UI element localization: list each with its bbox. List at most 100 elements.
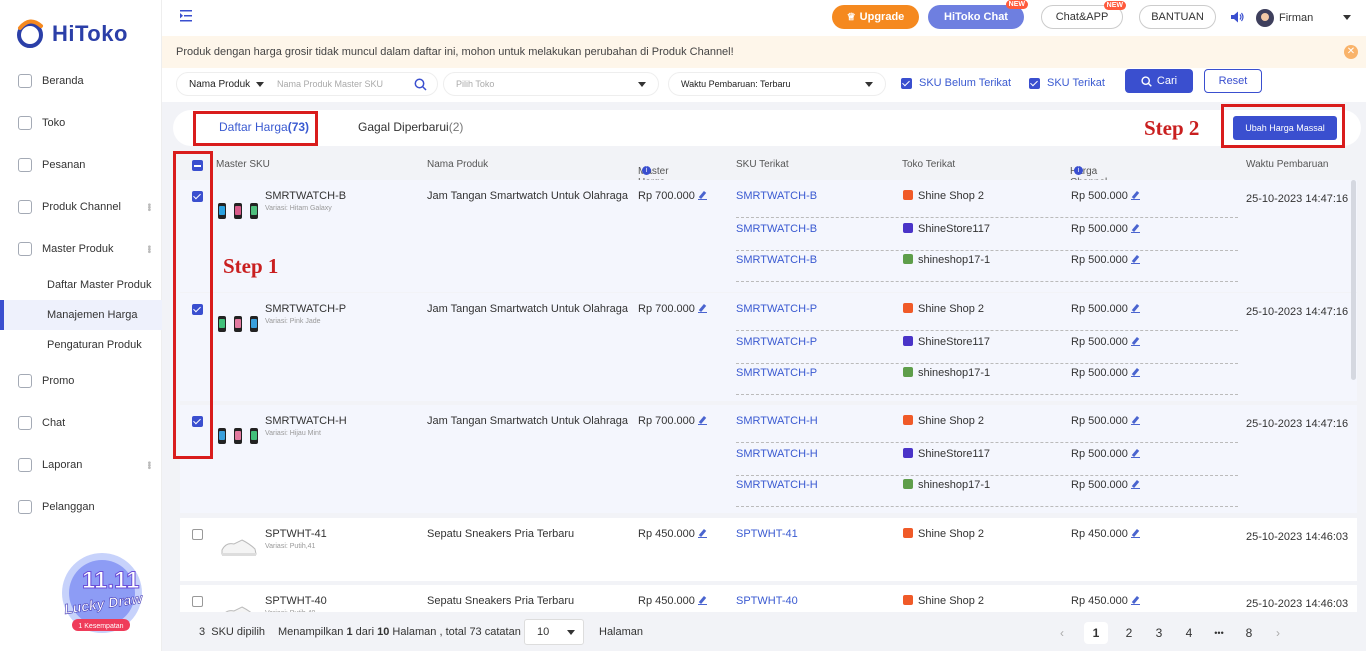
page-button[interactable]: 1 — [1084, 622, 1108, 644]
reset-button[interactable]: Reset — [1204, 69, 1262, 93]
page-button[interactable]: 8 — [1237, 622, 1261, 644]
edit-icon[interactable] — [697, 416, 707, 425]
unlinked-sku-filter[interactable]: SKU Belum Terikat — [901, 77, 1011, 89]
product-name: Sepatu Sneakers Pria Terbaru — [427, 595, 575, 607]
step1-label: Step 1 — [223, 254, 279, 278]
row-checkbox[interactable] — [192, 529, 203, 540]
product-thumbnail[interactable] — [220, 603, 264, 612]
prev-page-button[interactable]: ‹ — [1050, 622, 1074, 644]
search-icon[interactable] — [414, 78, 427, 91]
row-checkbox[interactable] — [192, 596, 203, 607]
edit-icon[interactable] — [697, 191, 707, 200]
linked-sku[interactable]: SMRTWATCH-H — [736, 448, 818, 460]
brand-logo[interactable]: HiToko — [14, 18, 128, 50]
sidebar-item2-0[interactable]: Promo — [0, 360, 162, 402]
edit-icon[interactable] — [1130, 191, 1140, 200]
edit-icon[interactable] — [1130, 480, 1140, 489]
page-button[interactable]: ••• — [1207, 622, 1231, 644]
sidebar-item-1[interactable]: Toko — [0, 102, 162, 144]
page-button[interactable]: 3 — [1147, 622, 1171, 644]
search-input[interactable]: Nama Produk Master SKU — [277, 79, 397, 89]
collapse-menu-icon[interactable] — [180, 10, 194, 22]
search-button[interactable]: Cari — [1125, 69, 1193, 93]
hitoko-chat-button[interactable]: HiToko Chat NEW — [928, 0, 1028, 29]
product-name: Sepatu Sneakers Pria Terbaru — [427, 528, 575, 540]
chevron-down-icon — [567, 630, 575, 635]
linked-sku[interactable]: SMRTWATCH-B — [736, 190, 817, 202]
sidebar-item-2[interactable]: Pesanan — [0, 144, 162, 186]
next-page-button[interactable]: › — [1266, 622, 1290, 644]
linked-sku[interactable]: SMRTWATCH-H — [736, 415, 818, 427]
linked-store-name: Shine Shop 2 — [918, 303, 985, 315]
scrollbar[interactable] — [1351, 180, 1356, 380]
linked-sku[interactable]: SPTWHT-40 — [736, 595, 798, 607]
sidebar-item2-3[interactable]: Pelanggan — [0, 486, 162, 528]
unlinked-sku-checkbox[interactable] — [901, 77, 912, 89]
product-thumbnail[interactable] — [220, 536, 264, 576]
shopee-icon — [903, 415, 913, 425]
linked-sku[interactable]: SMRTWATCH-P — [736, 367, 817, 379]
edit-icon[interactable] — [1130, 529, 1140, 538]
linked-sku[interactable]: SMRTWATCH-B — [736, 254, 817, 266]
edit-icon[interactable] — [1130, 224, 1140, 233]
more-icon[interactable]: ••• — [143, 461, 154, 469]
sort-select[interactable]: Waktu Pembaruan: Terbaru — [668, 72, 886, 96]
product-thumbnail[interactable] — [216, 303, 260, 343]
more-icon[interactable]: ••• — [143, 245, 154, 253]
store-select[interactable]: Pilih Toko — [443, 72, 659, 96]
edit-icon[interactable] — [1130, 255, 1140, 264]
chat-app-button[interactable]: Chat&APP NEW — [1041, 1, 1126, 29]
page-button[interactable]: 2 — [1117, 622, 1141, 644]
unlinked-sku-label: SKU Belum Terikat — [919, 77, 1012, 89]
close-icon[interactable]: ✕ — [1344, 45, 1358, 59]
sidebar-item-label: Beranda — [42, 75, 84, 87]
price-list-tab-highlight-box — [193, 111, 318, 146]
page-button[interactable]: 4 — [1177, 622, 1201, 644]
edit-icon[interactable] — [1130, 449, 1140, 458]
linked-sku[interactable]: SMRTWATCH-B — [736, 223, 817, 235]
edit-icon[interactable] — [697, 304, 707, 313]
edit-icon[interactable] — [1130, 304, 1140, 313]
sidebar-item2-1[interactable]: Chat — [0, 402, 162, 444]
more-icon[interactable]: ••• — [143, 203, 154, 211]
speaker-icon[interactable] — [1230, 10, 1245, 24]
sidebar-subitem-2[interactable]: Pengaturan Produk — [0, 330, 162, 360]
user-menu[interactable]: Firman — [1256, 8, 1356, 28]
tab-failed-updates[interactable]: Gagal Diperbarui(2) — [358, 120, 463, 134]
master-price-value: Rp 450.000 — [638, 595, 695, 607]
edit-icon[interactable] — [697, 529, 707, 538]
sidebar-item-0[interactable]: Beranda — [0, 60, 162, 102]
edit-icon[interactable] — [1130, 368, 1140, 377]
lucky-draw-promo[interactable]: 11.11 Lucky Draw 1 Kesempatan — [50, 545, 150, 640]
info-icon[interactable]: i — [642, 166, 651, 175]
sidebar-subitem-0[interactable]: Daftar Master Produk — [0, 270, 162, 300]
sidebar-subitem-1[interactable]: Manajemen Harga — [0, 300, 162, 330]
linked-sku[interactable]: SMRTWATCH-H — [736, 479, 818, 491]
product-thumbnail[interactable] — [216, 190, 260, 230]
sidebar-item-3[interactable]: Produk Channel ••• — [0, 186, 162, 228]
master-sku: SMRTWATCH-B — [265, 190, 347, 202]
edit-icon[interactable] — [1130, 337, 1140, 346]
product-thumbnail[interactable] — [216, 415, 260, 455]
sidebar-item-4[interactable]: Master Produk ••• — [0, 228, 162, 270]
page-size-select[interactable]: 10 — [524, 619, 584, 645]
linked-sku[interactable]: SMRTWATCH-P — [736, 303, 817, 315]
linked-store: shineshop17-1 — [903, 254, 990, 266]
master-price-value: Rp 700.000 — [638, 303, 695, 315]
table-row: SMRTWATCH-P Variasi: Pink Jade Jam Tanga… — [180, 293, 1357, 401]
channel-price: Rp 500.000 — [1071, 367, 1140, 379]
upgrade-button[interactable]: ♕ Upgrade — [832, 5, 919, 29]
help-button[interactable]: BANTUAN — [1139, 5, 1216, 29]
tokopedia-icon — [903, 479, 913, 489]
linked-sku[interactable]: SMRTWATCH-P — [736, 336, 817, 348]
edit-icon[interactable] — [697, 596, 707, 605]
grid-icon — [18, 200, 32, 214]
sidebar-item2-2[interactable]: Laporan ••• — [0, 444, 162, 486]
linked-sku-filter[interactable]: SKU Terikat — [1029, 77, 1105, 89]
edit-icon[interactable] — [1130, 416, 1140, 425]
edit-icon[interactable] — [1130, 596, 1140, 605]
search-type-select[interactable]: Nama Produk — [177, 73, 277, 95]
linked-sku[interactable]: SPTWHT-41 — [736, 528, 798, 540]
info-icon[interactable]: i — [1074, 166, 1083, 175]
linked-sku-checkbox[interactable] — [1029, 77, 1040, 89]
